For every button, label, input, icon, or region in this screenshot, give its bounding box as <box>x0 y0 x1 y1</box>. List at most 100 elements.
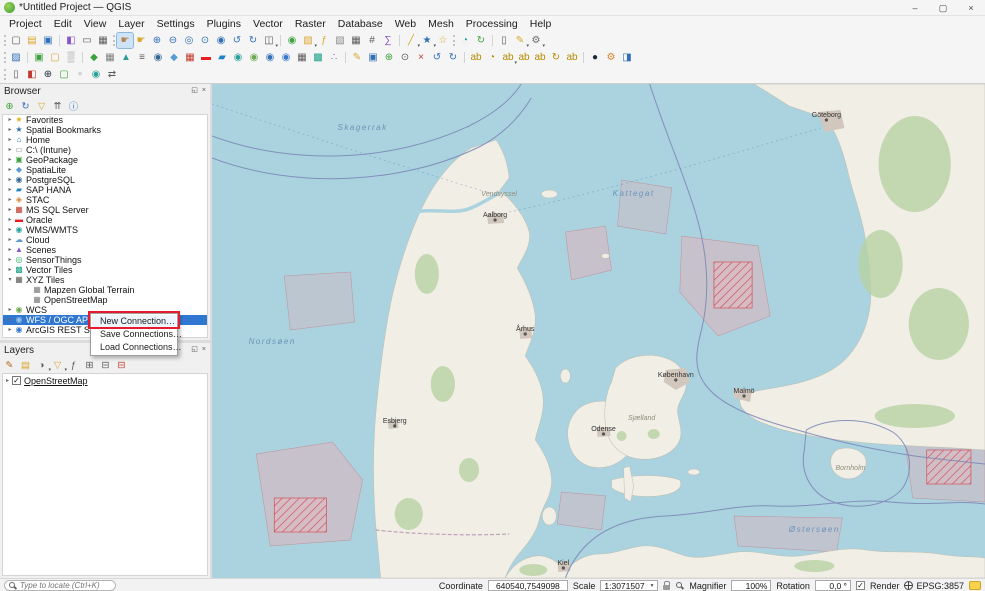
menu-project[interactable]: Project <box>3 16 48 32</box>
filter-by-expression[interactable]: ƒ <box>66 358 81 372</box>
crs-widget[interactable]: EPSG:3857 <box>904 581 964 591</box>
zoom-last[interactable]: ↺ <box>229 33 245 48</box>
add-wcs-layer[interactable]: ◉ <box>246 50 262 65</box>
locate-bar[interactable] <box>4 580 116 591</box>
browser-item-cloud[interactable]: ▸ ☁ Cloud <box>3 235 207 245</box>
coordinate-value[interactable]: 640540,7549098 <box>487 580 568 591</box>
browser-item-stac[interactable]: ▸ ◈ STAC <box>3 195 207 205</box>
close-button[interactable]: × <box>957 0 985 16</box>
add-mssql-layer[interactable]: ▦ <box>182 50 198 65</box>
layer-visibility-checkbox[interactable]: ✓ <box>12 376 22 385</box>
add-arcgis-rest-layer[interactable]: ◉ <box>278 50 294 65</box>
duplicate-view-tool[interactable]: ▯ <box>8 67 24 82</box>
lock-scale-icon[interactable] <box>663 581 671 590</box>
manage-map-themes[interactable]: ◑ ▾ <box>34 358 51 374</box>
menu-raster[interactable]: Raster <box>289 16 332 32</box>
collapse-all[interactable]: ⇈ <box>50 99 65 113</box>
filter-browser[interactable]: ▽ <box>34 99 49 113</box>
style-copy-tool[interactable]: ◧ <box>24 67 40 82</box>
field-calculator[interactable]: # <box>364 33 380 48</box>
new-project[interactable]: ▢ <box>8 33 24 48</box>
menu-vector[interactable]: Vector <box>247 16 289 32</box>
scale-combobox[interactable]: 1:3071507 ▼ <box>600 580 659 591</box>
messages-icon[interactable] <box>969 581 981 590</box>
properties-widget[interactable]: ⓘ <box>66 99 81 113</box>
browser-item-geopackage[interactable]: ▸ ▣ GeoPackage <box>3 155 207 165</box>
add-xyz-layer[interactable]: ▦ <box>294 50 310 65</box>
new-shapefile-layer[interactable]: ▢ <box>47 50 63 65</box>
browser-item-ms-sql-server[interactable]: ▸ ▦ MS SQL Server <box>3 205 207 215</box>
add-spatialite-layer[interactable]: ◆ <box>166 50 182 65</box>
select-extent-tool[interactable]: ▫ <box>72 67 88 82</box>
add-group[interactable]: ▤ <box>18 358 33 372</box>
new-spatial-bookmark[interactable]: ☆ <box>435 33 451 48</box>
measure-line[interactable]: ╱ ▾ <box>403 33 420 49</box>
add-point-cloud-layer[interactable]: ∴ <box>326 50 342 65</box>
browser-item-oracle[interactable]: ▸ ▬ Oracle <box>3 215 207 225</box>
rotation-value[interactable]: 0,0 ° <box>814 580 851 591</box>
browser-item-wms-wmts[interactable]: ▸ ◉ WMS/WMTS <box>3 225 207 235</box>
change-label-properties[interactable]: ab <box>564 50 580 65</box>
statistical-summary[interactable]: ∑ <box>380 33 396 48</box>
redo[interactable]: ↻ <box>445 50 461 65</box>
map-tips[interactable]: ▯ <box>496 33 512 48</box>
save-project[interactable]: ▣ <box>40 33 56 48</box>
map-canvas[interactable]: Göteborg Aalborg Århus Esbjerg Odense Københa… <box>212 84 985 578</box>
remove-layer[interactable]: ⊟ <box>114 358 129 372</box>
add-delimited-text-layer[interactable]: ≡ <box>134 50 150 65</box>
new-3d-map-view[interactable]: ◫ ▾ <box>261 33 278 49</box>
undock-panel-icon[interactable]: ◱ <box>191 343 198 357</box>
browser-item-spatialite[interactable]: ▸ ◆ SpatiaLite <box>3 165 207 175</box>
browser-item-openstreetmap[interactable]: ▦ OpenStreetMap <box>3 295 207 305</box>
collapse-all-layers[interactable]: ⊟ <box>98 358 113 372</box>
minimize-button[interactable]: – <box>901 0 929 16</box>
zoom-full[interactable]: ◎ <box>181 33 197 48</box>
menu-item-save-connections[interactable]: Save Connections… <box>92 328 182 341</box>
layer-openstreetmap[interactable]: ▸ ✓ OpenStreetMap <box>3 374 207 387</box>
add-vector-tile-layer[interactable]: ▩ <box>310 50 326 65</box>
undock-panel-icon[interactable]: ◱ <box>191 84 198 98</box>
plugin-tool[interactable]: ◨ <box>619 50 635 65</box>
menu-plugins[interactable]: Plugins <box>201 16 247 32</box>
browser-item-scenes[interactable]: ▸ ▲ Scenes <box>3 245 207 255</box>
magnifier-value[interactable]: 100% <box>731 580 772 591</box>
vertex-tool[interactable]: ⊙ <box>397 50 413 65</box>
layer-diagram-options[interactable]: ◔ <box>484 50 500 65</box>
render-checkbox[interactable]: ✓ <box>855 581 865 590</box>
close-panel-icon[interactable]: × <box>202 84 206 98</box>
menu-edit[interactable]: Edit <box>48 16 78 32</box>
deselect-all[interactable]: ▧ <box>332 33 348 48</box>
pan-to-selection[interactable]: ☛ <box>133 33 149 48</box>
browser-item-mapzen-global-terrain[interactable]: ▦ Mapzen Global Terrain <box>3 285 207 295</box>
undo[interactable]: ↺ <box>429 50 445 65</box>
new-annotation[interactable]: ✎ ▾ <box>512 33 529 49</box>
browser-item-drive-c[interactable]: ▸ ▭ C:\ (Intune) <box>3 145 207 155</box>
python-console[interactable]: ● <box>587 50 603 65</box>
add-wfs-layer[interactable]: ◉ <box>262 50 278 65</box>
new-geopackage-layer[interactable]: ▣ <box>31 50 47 65</box>
locate-input[interactable] <box>20 581 110 590</box>
browser-item-home[interactable]: ▸ ⌂ Home <box>3 135 207 145</box>
zoom-to-layer[interactable]: ◉ <box>213 33 229 48</box>
add-postgis-layer[interactable]: ◉ <box>150 50 166 65</box>
save-layer-edits[interactable]: ▣ <box>365 50 381 65</box>
menu-layer[interactable]: Layer <box>112 16 150 32</box>
maximize-button[interactable]: ▢ <box>929 0 957 16</box>
add-selected-layers[interactable]: ⊕ <box>2 99 17 113</box>
menu-view[interactable]: View <box>78 16 113 32</box>
zoom-to-selection[interactable]: ⊙ <box>197 33 213 48</box>
zoom-next[interactable]: ↻ <box>245 33 261 48</box>
web-map-tool[interactable]: ◉ <box>88 67 104 82</box>
add-feature[interactable]: ⊕ <box>381 50 397 65</box>
temporal-controller-panel[interactable]: ◔ <box>457 33 473 48</box>
zoom-out[interactable]: ⊖ <box>165 33 181 48</box>
options[interactable]: ⚙ ▾ <box>528 33 545 49</box>
close-panel-icon[interactable]: × <box>202 343 206 357</box>
new-temporary-scratch-layer[interactable]: ▒ <box>63 50 79 65</box>
style-manager[interactable]: ◧ <box>63 33 79 48</box>
browser-item-vector-tiles[interactable]: ▸ ▩ Vector Tiles <box>3 265 207 275</box>
new-print-layout[interactable]: ▭ <box>79 33 95 48</box>
add-vector-layer[interactable]: ◆ <box>86 50 102 65</box>
processing-toolbox[interactable]: ⚙ <box>603 50 619 65</box>
highlight-pinned-labels[interactable]: ab <box>516 50 532 65</box>
